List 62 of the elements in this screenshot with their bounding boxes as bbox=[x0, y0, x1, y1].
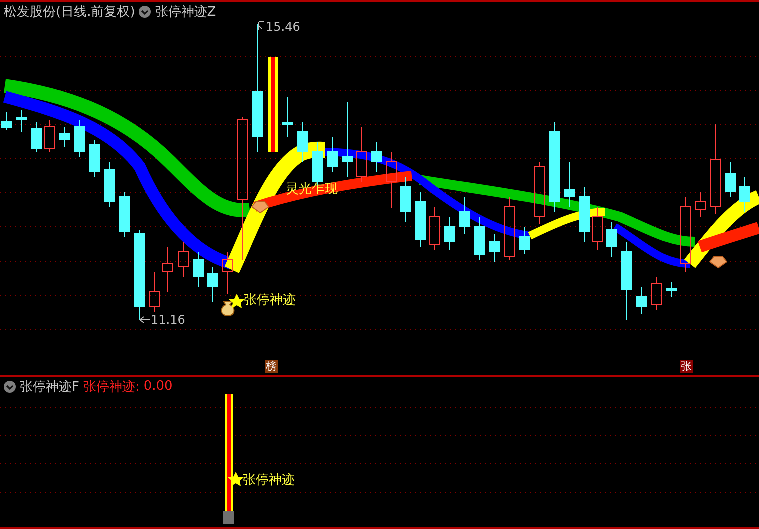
candlestick bbox=[666, 282, 678, 298]
candlestick bbox=[592, 206, 604, 250]
candlestick bbox=[504, 196, 516, 260]
candlestick bbox=[400, 176, 412, 222]
candlestick bbox=[430, 206, 440, 250]
signal-badge: 榜 bbox=[265, 360, 278, 373]
low-marker-icon bbox=[140, 316, 150, 324]
indicator-name: 张停神迹F bbox=[20, 378, 80, 396]
candlestick bbox=[534, 162, 546, 224]
star-icon bbox=[229, 294, 245, 308]
high-price-label: 15.46 bbox=[266, 20, 300, 34]
candlestick bbox=[416, 192, 426, 248]
candlestick bbox=[460, 196, 470, 234]
stock-title: 松发股份(日线.前复权) bbox=[4, 4, 136, 21]
candlestick bbox=[580, 186, 590, 242]
candlestick bbox=[386, 152, 398, 208]
candlestick bbox=[606, 222, 618, 258]
low-price-label: 11.16 bbox=[151, 313, 186, 327]
candlestick bbox=[474, 216, 486, 260]
diamond-icon bbox=[709, 256, 728, 269]
candlestick bbox=[696, 192, 706, 218]
candlestick bbox=[726, 162, 736, 198]
candlestick bbox=[2, 112, 12, 130]
candlestick bbox=[74, 120, 86, 158]
readout-value: 0.00 bbox=[144, 379, 173, 394]
candlestick bbox=[16, 110, 28, 132]
candlestick bbox=[44, 120, 56, 152]
candlestick bbox=[520, 226, 530, 254]
candlestick bbox=[120, 192, 130, 238]
candlestick bbox=[104, 162, 116, 208]
diamond-icon bbox=[251, 202, 270, 214]
candlestick bbox=[356, 126, 368, 182]
high-marker-icon bbox=[258, 22, 264, 30]
volume-block bbox=[223, 510, 234, 524]
indicator-name: 张停神迹Z bbox=[155, 4, 216, 21]
candlestick bbox=[60, 126, 70, 148]
candlestick bbox=[444, 216, 456, 250]
candlestick bbox=[208, 266, 218, 302]
candlestick bbox=[652, 276, 662, 310]
signal-badge: 张 bbox=[680, 360, 693, 373]
candlestick bbox=[372, 142, 382, 172]
candlestick bbox=[282, 96, 294, 138]
signal-label: 张停神迹 bbox=[243, 472, 295, 489]
candlestick bbox=[740, 176, 750, 212]
candlestick bbox=[328, 136, 338, 172]
star-icon bbox=[228, 472, 244, 486]
candlestick bbox=[90, 140, 100, 178]
candlestick bbox=[150, 272, 160, 312]
candlestick bbox=[194, 252, 204, 288]
candlestick bbox=[564, 162, 576, 208]
candlestick bbox=[32, 122, 42, 152]
readout-name: 张停神迹: bbox=[83, 378, 140, 396]
candlestick bbox=[636, 286, 648, 314]
candlestick bbox=[162, 246, 174, 292]
signal-label: 张停神迹 bbox=[244, 292, 296, 309]
candlestick bbox=[490, 234, 500, 262]
candlestick bbox=[298, 122, 308, 162]
money-bag-icon bbox=[221, 302, 235, 316]
candlestick bbox=[178, 242, 190, 278]
dropdown-icon[interactable] bbox=[139, 6, 152, 18]
candlestick bbox=[222, 252, 234, 294]
dropdown-icon[interactable] bbox=[4, 380, 16, 393]
